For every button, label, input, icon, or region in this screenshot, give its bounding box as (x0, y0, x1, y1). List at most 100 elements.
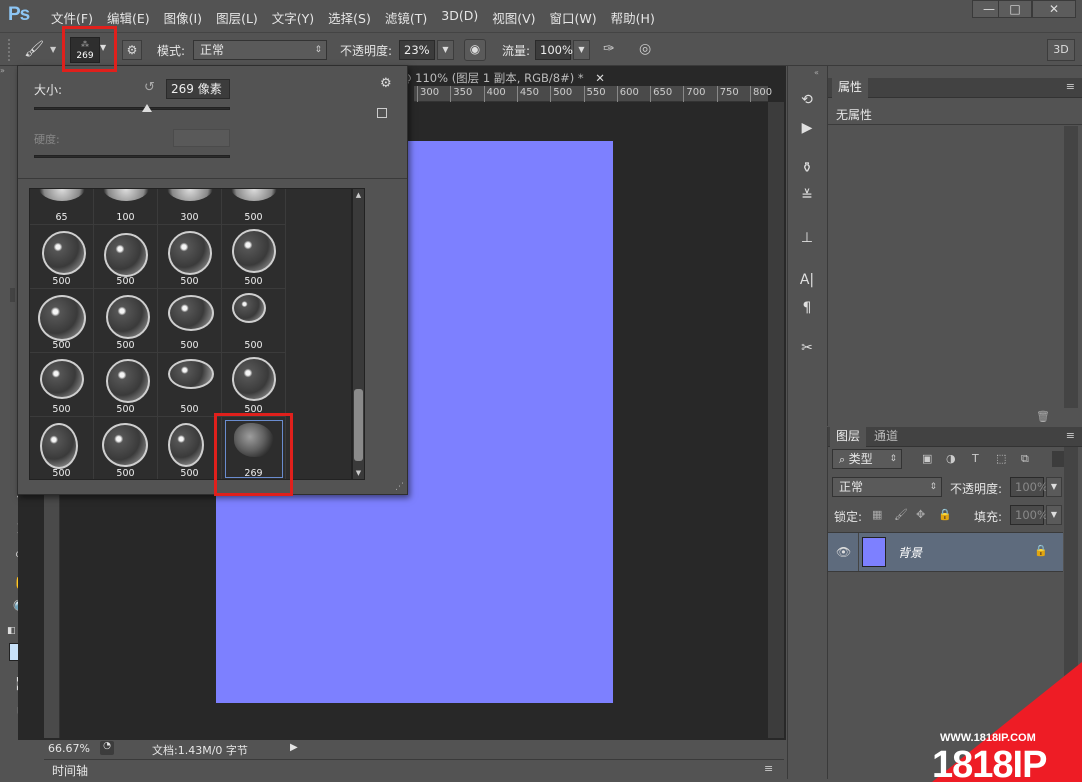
default-colors-icon[interactable]: ◧ (7, 626, 16, 636)
brush-preset-cell[interactable]: 500 (158, 289, 222, 353)
mode-dropdown[interactable]: 正常 ⇕ (193, 40, 327, 60)
brush-panel-toggle-icon[interactable]: ⚙ (122, 40, 142, 60)
grip-handle[interactable] (8, 39, 12, 61)
brush-preset-cell[interactable]: 500 (158, 353, 222, 417)
brush-preset-cell[interactable]: 500 (30, 417, 94, 479)
lock-all-icon[interactable]: 🔒 (938, 508, 952, 521)
brush-preset-grid[interactable]: 65 100 300 500 500 500 500 500 500 500 500 500 500 50… (29, 188, 352, 480)
reset-size-icon[interactable]: ↺ (144, 80, 155, 95)
brush-preset-cell[interactable]: 300 (158, 189, 222, 225)
layer-thumbnail[interactable] (862, 537, 886, 567)
filter-type-icon[interactable]: T (972, 452, 979, 465)
brush-preset-cell[interactable]: 500 (222, 289, 286, 353)
airbrush-icon[interactable]: ✑ (603, 41, 615, 57)
size-slider[interactable] (34, 104, 230, 112)
filter-toggle-icon[interactable] (1052, 451, 1064, 467)
3d-mode-button[interactable]: 3D (1047, 39, 1075, 61)
brush-preset-cell[interactable]: 500 (94, 353, 158, 417)
flow-input[interactable]: 100% (535, 40, 573, 60)
timeline-tab[interactable]: 时间轴 (52, 762, 88, 779)
layer-opacity-chevron-icon[interactable]: ▼ (1046, 477, 1062, 497)
tab-layers[interactable]: 图层 (830, 427, 867, 447)
brush-preset-cell[interactable]: 500 (94, 417, 158, 479)
brush-preset-cell[interactable]: 500 (222, 189, 286, 225)
history-icon[interactable]: ⟲ (796, 92, 818, 112)
size-input[interactable]: 269 像素 (166, 79, 230, 99)
vertical-scrollbar[interactable] (768, 102, 784, 738)
menu-item-5[interactable]: 选择(S) (321, 8, 378, 27)
flow-slider-chevron-icon[interactable]: ▼ (573, 40, 590, 60)
vertical-ruler[interactable] (44, 480, 60, 738)
filter-smart-object-icon[interactable]: ⧉ (1021, 452, 1029, 466)
trash-icon[interactable]: 🗑 (1036, 410, 1050, 423)
zoom-level[interactable]: 66.67% (48, 742, 90, 755)
brush-preset-cell[interactable]: 500 (94, 289, 158, 353)
paragraph-icon[interactable]: ¶ (796, 300, 818, 320)
panel-menu-icon[interactable]: ≡ (764, 762, 773, 775)
gear-icon[interactable]: ⚙ (380, 76, 392, 91)
tool-presets-icon[interactable]: ✂ (796, 340, 818, 360)
menu-item-0[interactable]: 文件(F) (44, 8, 100, 27)
menu-item-1[interactable]: 编辑(E) (100, 8, 157, 27)
layer-opacity-input[interactable]: 100% (1010, 477, 1048, 497)
fill-input[interactable]: 100% (1010, 505, 1048, 525)
brush-preset-cell[interactable]: 500 (222, 225, 286, 289)
brush-preset-cell[interactable]: 500 (30, 353, 94, 417)
collapse-dock-icon[interactable]: « (814, 68, 819, 77)
brush-preset-cell[interactable]: 500 (222, 353, 286, 417)
brush-preset-cell[interactable]: 500 (94, 225, 158, 289)
scroll-up-icon[interactable]: ▲ (353, 191, 364, 199)
filter-adjustment-icon[interactable]: ◑ (946, 452, 956, 465)
eye-visibility-icon[interactable]: 👁 (836, 545, 851, 559)
brush-preset-cell[interactable]: 100 (94, 189, 158, 225)
lock-pixels-icon[interactable]: 🖌 (894, 508, 908, 521)
layer-filter-dropdown[interactable]: ⌕ 类型 ⇕ (832, 449, 902, 469)
close-tab-icon[interactable]: ✕ (595, 71, 605, 85)
tab-properties[interactable]: 属性 (832, 78, 869, 98)
fill-chevron-icon[interactable]: ▼ (1046, 505, 1062, 525)
lock-position-icon[interactable]: ✥ (916, 508, 925, 521)
menu-item-10[interactable]: 帮助(H) (604, 8, 662, 27)
brush-grid-scrollbar[interactable]: ▲ ▼ (352, 188, 365, 480)
tab-channels[interactable]: 通道 (868, 427, 904, 447)
maximize-button[interactable]: □ (998, 0, 1032, 18)
scroll-thumb[interactable] (354, 389, 363, 461)
menu-item-4[interactable]: 文字(Y) (265, 8, 321, 27)
filter-shape-icon[interactable]: ⬚ (996, 452, 1006, 465)
clone-source-icon[interactable]: ⊥ (796, 230, 818, 250)
menu-item-9[interactable]: 窗口(W) (543, 8, 604, 27)
panel-menu-icon[interactable]: ≡ (1066, 429, 1075, 442)
opacity-input[interactable]: 23% (399, 40, 435, 60)
brush-presets-icon[interactable]: ⚱ (796, 160, 818, 180)
character-icon[interactable]: A| (796, 272, 818, 292)
close-button[interactable]: ✕ (1032, 0, 1076, 18)
status-info-icon[interactable]: ◔ (100, 741, 114, 755)
resize-grip-icon[interactable]: ⋰ (395, 482, 404, 492)
brush-preset-cell[interactable]: 500 (158, 417, 222, 479)
new-preset-icon[interactable] (377, 108, 387, 118)
properties-scrollbar[interactable] (1064, 126, 1078, 408)
layer-name[interactable]: 背景 (898, 544, 922, 561)
menu-item-3[interactable]: 图层(L) (209, 8, 265, 27)
pressure-opacity-icon[interactable]: ◉ (464, 39, 486, 61)
pressure-size-icon[interactable]: ◎ (639, 41, 651, 57)
lock-transparent-icon[interactable]: ▦ (872, 508, 882, 521)
brush-preset-cell[interactable]: 65 (30, 189, 94, 225)
opacity-slider-chevron-icon[interactable]: ▼ (437, 40, 454, 60)
brush-preset-cell[interactable]: 500 (158, 225, 222, 289)
menu-item-6[interactable]: 滤镜(T) (378, 8, 434, 27)
menu-item-2[interactable]: 图像(I) (157, 8, 209, 27)
filter-pixel-icon[interactable]: ▣ (922, 452, 932, 465)
brush-preset-cell[interactable]: 500 (30, 289, 94, 353)
chevron-down-icon[interactable]: ▼ (50, 45, 56, 54)
brush-tool-icon[interactable]: 🖌 (24, 39, 44, 58)
brush-preset-cell[interactable]: 500 (30, 225, 94, 289)
menu-item-7[interactable]: 3D(D) (434, 8, 485, 27)
size-slider-thumb[interactable] (141, 104, 152, 112)
panel-menu-icon[interactable]: ≡ (1066, 80, 1075, 93)
scroll-down-icon[interactable]: ▼ (353, 469, 364, 477)
blend-mode-dropdown[interactable]: 正常 ⇕ (832, 477, 942, 497)
horizontal-ruler[interactable]: 300 350 400 450 500 550 600 650 700 750 800 (414, 86, 772, 102)
menu-item-8[interactable]: 视图(V) (485, 8, 542, 27)
brush-settings-icon[interactable]: ≚ (796, 188, 818, 208)
